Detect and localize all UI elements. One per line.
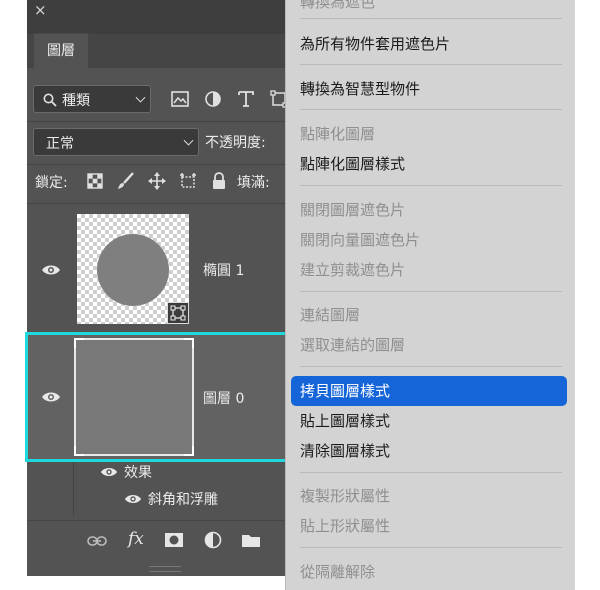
menu-item-copy-shape-attributes[interactable]: 複製形狀屬性: [300, 485, 390, 507]
chevron-down-icon: [183, 135, 194, 146]
menu-separator: [300, 472, 562, 473]
menu-item-disable-vector-mask[interactable]: 關閉向量圖遮色片: [300, 229, 420, 251]
effect-visibility-eye-icon[interactable]: [124, 493, 142, 505]
effects-visibility-eye-icon[interactable]: [100, 466, 118, 478]
menu-item-rasterize-layer[interactable]: 點陣化圖層: [300, 123, 375, 145]
resize-grip[interactable]: [149, 566, 181, 572]
menu-separator: [300, 185, 562, 186]
layer-effects: 效果 斜角和浮雕: [27, 460, 299, 516]
layer-thumbnail: [77, 214, 189, 324]
blend-mode-value: 正常: [46, 136, 74, 152]
divider: [27, 121, 299, 122]
menu-separator: [300, 64, 562, 65]
layers-footer: fx: [27, 520, 299, 563]
menu-item-paste-shape-attributes[interactable]: 貼上形狀屬性: [300, 515, 390, 537]
menu-item-paste-layer-style[interactable]: 貼上圖層樣式: [300, 410, 390, 432]
folder-icon[interactable]: [241, 533, 261, 548]
effect-bevel-emboss[interactable]: 斜角和浮雕: [148, 489, 218, 509]
menu-separator: [300, 547, 562, 548]
adjustment-filter-icon[interactable]: [202, 88, 224, 110]
shape-layer-badge-icon: [167, 302, 189, 324]
lock-all-icon[interactable]: [208, 170, 230, 192]
adjustment-icon[interactable]: [204, 531, 222, 549]
opacity-label: 不透明度:: [205, 135, 266, 151]
lock-position-icon[interactable]: [146, 170, 168, 192]
type-filter-icon[interactable]: [235, 88, 257, 110]
menu-item-clear-layer-style[interactable]: 清除圖層樣式: [300, 440, 390, 462]
menu-item-convert-mask[interactable]: 轉換為遮色: [300, 0, 375, 13]
fill-label: 填滿:: [237, 175, 270, 191]
panel-titlebar: ×: [27, 0, 299, 34]
menu-item-create-clipping-mask[interactable]: 建立剪裁遮色片: [300, 259, 405, 281]
layer-name[interactable]: 橢圓 1: [203, 260, 244, 280]
menu-separator: [300, 366, 562, 367]
menu-item-apply-mask-all[interactable]: 為所有物件套用遮色片: [300, 33, 450, 55]
chevron-down-icon: [135, 92, 146, 103]
menu-item-release-from-isolation[interactable]: 從隔離解除: [300, 561, 375, 583]
pixel-filter-icon[interactable]: [169, 88, 191, 110]
fx-icon[interactable]: fx: [128, 529, 144, 549]
menu-item-link-layers[interactable]: 連結圖層: [300, 304, 360, 326]
prevent-autonest-icon[interactable]: [177, 170, 199, 192]
lock-transparent-pixels-icon[interactable]: [84, 170, 106, 192]
layers-panel: × 圖層 種類 正常 不透明度: 鎖定: 填滿: 橢圓 1 圖層 0 效果 斜角…: [27, 0, 299, 576]
tab-layers[interactable]: 圖層: [33, 33, 89, 69]
menu-separator: [300, 18, 562, 19]
effects-label[interactable]: 效果: [124, 462, 152, 482]
layer-row-ellipse[interactable]: 橢圓 1: [27, 204, 299, 330]
menu-item-select-linked-layers[interactable]: 選取連結的圖層: [300, 334, 405, 356]
lock-label: 鎖定:: [35, 175, 68, 191]
visibility-eye-icon[interactable]: [41, 264, 61, 276]
mask-icon[interactable]: [164, 532, 184, 548]
ellipse-shape-preview: [97, 234, 169, 306]
blend-mode-select[interactable]: 正常: [33, 128, 199, 156]
menu-item-copy-layer-style[interactable]: 拷貝圖層樣式: [300, 380, 390, 402]
link-icon[interactable]: [87, 535, 107, 547]
selected-layer-highlight: [25, 332, 289, 462]
menu-item-rasterize-layer-style[interactable]: 點陣化圖層樣式: [300, 153, 405, 175]
divider: [27, 164, 299, 165]
close-icon[interactable]: ×: [34, 1, 47, 19]
menu-separator: [300, 109, 562, 110]
menu-item-disable-layer-mask[interactable]: 關閉圖層遮色片: [300, 199, 405, 221]
menu-separator: [300, 291, 562, 292]
filter-kind-label: 種類: [62, 93, 90, 109]
filter-kind-select[interactable]: 種類: [33, 85, 151, 113]
menu-item-convert-smart-object[interactable]: 轉換為智慧型物件: [300, 78, 420, 100]
search-icon: [43, 93, 57, 107]
context-menu: 轉換為遮色 為所有物件套用遮色片 轉換為智慧型物件 點陣化圖層 點陣化圖層樣式 …: [285, 0, 575, 590]
lock-image-pixels-icon[interactable]: [115, 170, 137, 192]
